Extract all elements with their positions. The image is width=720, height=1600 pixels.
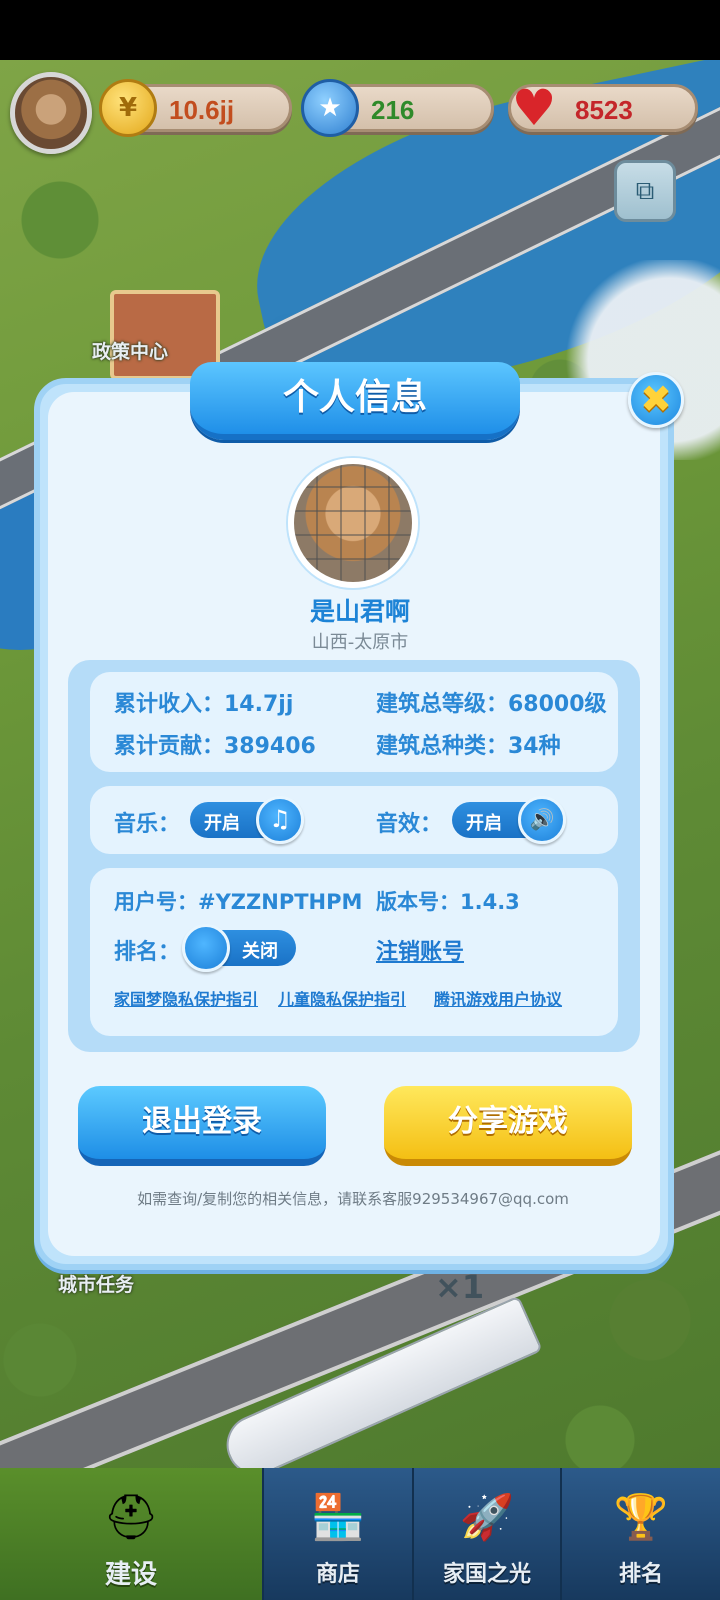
close-icon[interactable]: ✖ xyxy=(628,372,684,428)
rocket-icon: 🚀 xyxy=(459,1492,515,1543)
nav-rank-label: 排名 xyxy=(618,1562,663,1587)
coin-counter[interactable]: ¥ 10.6jj xyxy=(99,79,292,137)
status-bar xyxy=(0,0,720,60)
coin-icon: ¥ xyxy=(99,79,157,137)
speaker-icon: 🔊 xyxy=(518,796,566,844)
nav-build[interactable]: ⛑ 建设 xyxy=(0,1468,264,1600)
delete-account-link[interactable]: 注销账号 xyxy=(376,934,464,966)
player-nickname: 是山君啊 xyxy=(309,597,410,626)
sound-label: 音效： xyxy=(376,812,443,837)
city-task-label: 城市任务 xyxy=(58,1274,135,1296)
total-contribution: 累计贡献：389406 xyxy=(114,734,316,759)
nav-shop-label: 商店 xyxy=(315,1562,360,1587)
sound-toggle-state: 开启 xyxy=(466,813,502,834)
rank-toggle-knob xyxy=(182,924,230,972)
privacy-guide-link[interactable]: 家国梦隐私保护指引 xyxy=(114,986,258,1010)
profile-avatar xyxy=(288,458,418,588)
music-note-icon: ♫ xyxy=(256,796,304,844)
building-level: 建筑总等级：68000级 xyxy=(376,692,607,717)
heart-icon: ♥ xyxy=(511,79,557,137)
music-toggle[interactable]: 开启 ♫ xyxy=(190,796,304,844)
hard-hat-icon: ⛑ xyxy=(103,1492,159,1543)
user-id: 用户号：#YZZNPTHPM xyxy=(114,890,363,914)
player-avatar[interactable] xyxy=(10,72,92,154)
podium-icon: 🏆 xyxy=(613,1492,669,1543)
child-privacy-link[interactable]: 儿童隐私保护指引 xyxy=(278,986,406,1010)
share-game-button[interactable]: 分享游戏 xyxy=(384,1086,632,1166)
user-agreement-link[interactable]: 腾讯游戏用户协议 xyxy=(434,986,562,1010)
nav-glory-label: 家国之光 xyxy=(442,1562,531,1587)
policy-center-label: 政策中心 xyxy=(92,341,169,363)
nav-build-label: 建设 xyxy=(104,1560,157,1590)
rank-toggle-state: 关闭 xyxy=(242,941,278,962)
star-icon: ★ xyxy=(301,79,359,137)
heart-value: 8523 xyxy=(575,95,633,125)
coin-value: 10.6jj xyxy=(169,95,235,125)
logout-button[interactable]: 退出登录 xyxy=(78,1086,326,1166)
sound-toggle[interactable]: 开启 🔊 xyxy=(452,796,566,844)
player-region: 山西-太原市 xyxy=(311,632,409,653)
star-value: 216 xyxy=(371,95,415,125)
rank-label: 排名： xyxy=(114,940,181,965)
building-types: 建筑总种类：34种 xyxy=(376,734,561,759)
music-toggle-state: 开启 xyxy=(204,813,240,834)
nav-shop[interactable]: 🏪 商店 xyxy=(264,1468,414,1600)
nav-rank[interactable]: 🏆 排名 xyxy=(562,1468,720,1600)
star-counter[interactable]: ★ 216 xyxy=(301,79,494,137)
shop-icon: 🏪 xyxy=(310,1492,366,1543)
dialog-title: 个人信息 xyxy=(190,362,520,440)
music-label: 音乐： xyxy=(114,812,181,837)
contact-hint: 如需查询/复制您的相关信息，请联系客服929534967@qq.com xyxy=(137,1190,569,1208)
nav-glory[interactable]: 🚀 家国之光 xyxy=(414,1468,562,1600)
train-multiplier: ×1 xyxy=(435,1268,485,1306)
total-income: 累计收入：14.7jj xyxy=(114,692,294,717)
rank-toggle[interactable]: 关闭 xyxy=(182,924,296,972)
version-number: 版本号：1.4.3 xyxy=(376,890,520,914)
heart-counter[interactable]: ♥ 8523 xyxy=(508,79,698,137)
share-icon[interactable]: ⧉ xyxy=(614,160,676,222)
